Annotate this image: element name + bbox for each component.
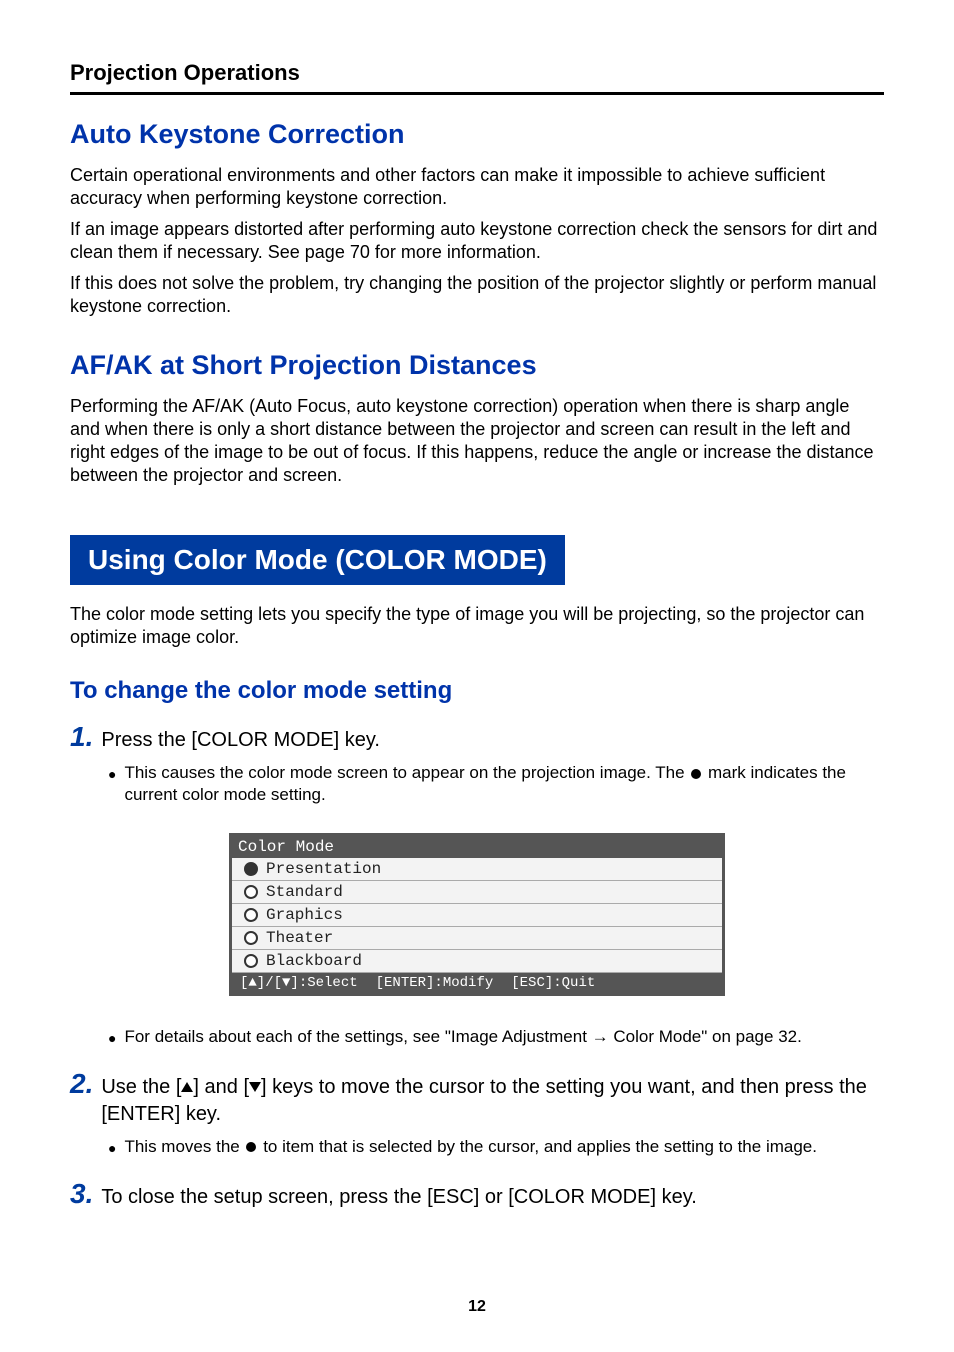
para-auto-keystone-2: If an image appears distorted after perf… xyxy=(70,218,884,264)
step-3-text: To close the setup screen, press the [ES… xyxy=(101,1184,696,1211)
heading-change-color-mode: To change the color mode setting xyxy=(70,677,884,705)
para-afak: Performing the AF/AK (Auto Focus, auto k… xyxy=(70,395,884,487)
step-1: 1. Press the [COLOR MODE] key. xyxy=(70,723,884,754)
step-2-text-mid: ] and [ xyxy=(193,1076,249,1098)
up-arrow-icon xyxy=(181,1082,193,1092)
step-2-number: 2. xyxy=(70,1070,93,1098)
step-1-bullet-details: ● For details about each of the settings… xyxy=(108,1026,884,1048)
radio-empty-icon xyxy=(244,931,258,945)
step-1-bullet: ● This causes the color mode screen to a… xyxy=(108,762,884,806)
menu-item-standard[interactable]: Standard xyxy=(232,881,722,904)
footer-quit: [ESC]:Quit xyxy=(511,975,595,991)
step-1-bullet-a: This causes the color mode screen to app… xyxy=(124,763,689,782)
step-2-text-a: Use the [ xyxy=(101,1076,181,1098)
heading-auto-keystone: Auto Keystone Correction xyxy=(70,119,884,150)
radio-empty-icon xyxy=(244,954,258,968)
step-1-text: Press the [COLOR MODE] key. xyxy=(101,727,380,754)
step-2-bullet-b: to item that is selected by the cursor, … xyxy=(263,1137,817,1156)
para-auto-keystone-3: If this does not solve the problem, try … xyxy=(70,272,884,318)
footer-select-label: :Select xyxy=(299,975,358,991)
radio-filled-icon xyxy=(244,862,258,876)
bullet-icon: ● xyxy=(108,1139,116,1158)
menu-item-label: Graphics xyxy=(266,906,343,924)
step-1-number: 1. xyxy=(70,723,93,751)
radio-empty-icon xyxy=(244,885,258,899)
step-3-number: 3. xyxy=(70,1180,93,1208)
menu-item-presentation[interactable]: Presentation xyxy=(232,858,722,881)
step-2: 2. Use the [] and [] keys to move the cu… xyxy=(70,1070,884,1128)
step-2-bullet: ● This moves the to item that is selecte… xyxy=(108,1136,884,1158)
down-arrow-icon xyxy=(249,1082,261,1092)
page-header: Projection Operations xyxy=(70,60,884,86)
step-2-bullet-text: This moves the to item that is selected … xyxy=(124,1136,817,1158)
step-1-bullet-text: This causes the color mode screen to app… xyxy=(124,762,884,806)
footer-modify: [ENTER]:Modify xyxy=(376,975,494,991)
heading-afak: AF/AK at Short Projection Distances xyxy=(70,350,884,381)
menu-footer: [▲]/[▼]:Select [ENTER]:Modify [ESC]:Quit xyxy=(232,973,722,993)
step-2-text: Use the [] and [] keys to move the curso… xyxy=(101,1074,884,1128)
menu-item-theater[interactable]: Theater xyxy=(232,927,722,950)
header-rule xyxy=(70,92,884,95)
para-auto-keystone-1: Certain operational environments and oth… xyxy=(70,164,884,210)
step-2-bullet-a: This moves the xyxy=(124,1137,244,1156)
menu-item-label: Standard xyxy=(266,883,343,901)
color-mode-menu: Color Mode Presentation Standard Graphic… xyxy=(229,833,725,996)
footer-select: [▲]/[▼]:Select xyxy=(240,975,358,991)
filled-circle-icon xyxy=(246,1142,256,1152)
menu-item-graphics[interactable]: Graphics xyxy=(232,904,722,927)
menu-title: Color Mode xyxy=(232,836,722,858)
menu-item-label: Theater xyxy=(266,929,333,947)
step-3: 3. To close the setup screen, press the … xyxy=(70,1180,884,1211)
menu-item-label: Presentation xyxy=(266,860,381,878)
bullet-icon: ● xyxy=(108,1029,116,1048)
page-number: 12 xyxy=(0,1298,954,1316)
document-page: Projection Operations Auto Keystone Corr… xyxy=(0,0,954,1352)
para-color-mode-desc: The color mode setting lets you specify … xyxy=(70,603,884,649)
filled-circle-icon xyxy=(691,769,701,779)
menu-item-blackboard[interactable]: Blackboard xyxy=(232,950,722,973)
radio-empty-icon xyxy=(244,908,258,922)
step-1-details-text: For details about each of the settings, … xyxy=(124,1026,801,1048)
heading-color-mode-box: Using Color Mode (COLOR MODE) xyxy=(70,535,565,585)
bullet-icon: ● xyxy=(108,765,116,806)
section-title: Projection Operations xyxy=(70,60,300,86)
menu-item-label: Blackboard xyxy=(266,952,362,970)
